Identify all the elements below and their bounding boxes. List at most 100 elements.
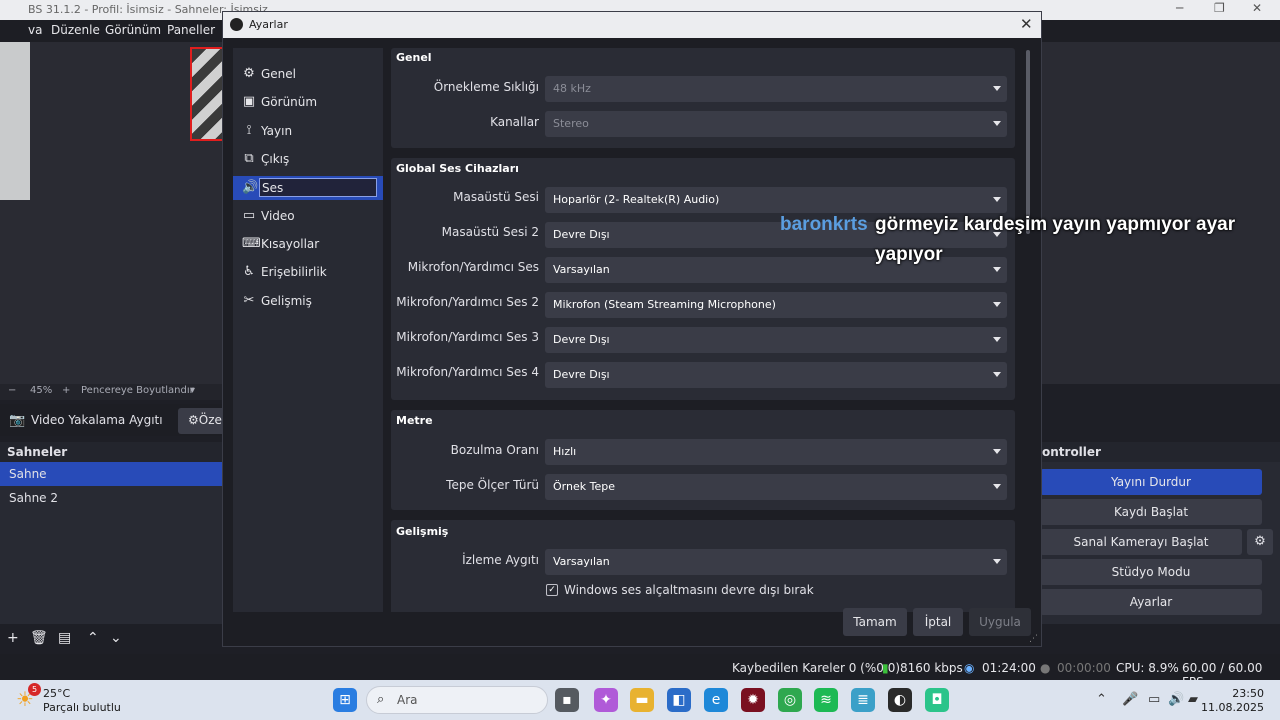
spotify-icon[interactable]: ≋ (814, 688, 838, 712)
microphone-icon[interactable]: 🎤 (1122, 692, 1138, 707)
tray-overflow-icon[interactable]: ⌃ (1096, 692, 1107, 707)
nav-item-advanced[interactable]: ✂ Gelişmiş (233, 289, 383, 313)
resize-grip-icon[interactable]: ⋰ (1029, 634, 1038, 644)
content-scrollbar[interactable] (1026, 50, 1030, 234)
checkbox-label: Windows ses alçaltmasını devre dışı bıra… (564, 583, 814, 597)
section-meters: Metre Bozulma Oranı Hızlı Tepe Ölçer Tür… (391, 410, 1015, 510)
sample-rate-select[interactable]: 48 kHz (545, 76, 1007, 102)
section-title: Gelişmiş (396, 525, 449, 538)
chevron-down-icon (993, 121, 1001, 126)
zoom-in-icon[interactable]: + (62, 385, 70, 396)
minimize-icon[interactable]: ─ (1176, 1, 1183, 15)
chevron-down-icon (993, 86, 1001, 91)
maximize-icon[interactable]: ❐ (1214, 1, 1225, 15)
file-explorer-icon[interactable]: ▬ (630, 688, 654, 712)
nav-item-audio[interactable]: 🔊 Ses (233, 176, 383, 200)
volume-icon[interactable]: 🔊 (1168, 692, 1184, 707)
close-icon[interactable]: ✕ (1252, 1, 1262, 15)
row-label: İzleme Aygıtı (462, 553, 539, 567)
trash-icon[interactable]: 🗑 (30, 630, 48, 646)
apply-button[interactable]: Uygula (969, 608, 1031, 636)
gear-icon: ⚙ (243, 66, 255, 81)
menu-docks[interactable]: Paneller (167, 23, 215, 37)
filter-icon[interactable]: ▤ (58, 630, 71, 646)
close-icon[interactable]: ✕ (1020, 15, 1033, 33)
zoom-level: 45% (30, 385, 53, 396)
monitoring-device-select[interactable]: Varsayılan (545, 549, 1007, 575)
properties-label: Öze (198, 413, 222, 427)
nav-item-appearance[interactable]: ▣ Görünüm (233, 90, 383, 114)
windows-taskbar: ☀ 5 25°C Parçalı bulutlu ⊞ ⌕ Ara ▪ ✦ ▬ ◧… (0, 680, 1280, 720)
bitrate: 8160 kbps (900, 661, 963, 675)
chevron-down-icon (993, 449, 1001, 454)
nav-item-label: Çıkış (261, 152, 290, 166)
add-scene-icon[interactable]: + (7, 630, 19, 646)
checkmark-icon[interactable]: ✓ (546, 584, 558, 596)
task-view-icon[interactable]: ▪ (555, 688, 579, 712)
obs-icon[interactable]: ◐ (888, 688, 912, 712)
select-value: Hoparlör (2- Realtek(R) Audio) (553, 193, 720, 206)
select-value: Örnek Tepe (553, 480, 615, 493)
scene-item[interactable]: Sahne (0, 462, 230, 486)
menu-edit[interactable]: Düzenle (51, 23, 100, 37)
row-label: Mikrofon/Yardımcı Ses 4 (396, 365, 539, 379)
section-title: Metre (396, 414, 433, 427)
menu-view[interactable]: Görünüm (105, 23, 161, 37)
decay-rate-select[interactable]: Hızlı (545, 439, 1007, 465)
nav-item-hotkeys[interactable]: ⌨ Kısayollar (233, 232, 383, 256)
stop-stream-button[interactable]: Yayını Durdur (1040, 469, 1262, 495)
network-icon[interactable]: ▭ (1148, 692, 1160, 707)
chrome-icon[interactable]: ◎ (778, 688, 802, 712)
record-time: 00:00:00 (1057, 661, 1111, 675)
taskbar-search[interactable]: ⌕ Ara (366, 686, 548, 714)
clock-time[interactable]: 23:50 (1228, 687, 1264, 700)
nav-item-video[interactable]: ▭ Video (233, 204, 383, 228)
menu-file[interactable]: va (28, 23, 42, 37)
select-value: Devre Dışı (553, 368, 610, 381)
stream-time: 01:24:00 (982, 661, 1036, 675)
properties-button[interactable]: ⚙Öze (178, 408, 228, 434)
ok-button[interactable]: Tamam (843, 608, 907, 636)
display-icon: ▭ (242, 208, 256, 223)
chevron-down-icon[interactable]: ▾ (190, 385, 195, 396)
nav-item-accessibility[interactable]: ♿ Erişebilirlik (233, 260, 383, 284)
mic-audio-2-select[interactable]: Mikrofon (Steam Streaming Microphone) (545, 292, 1007, 318)
section-general: Genel Örnekleme Sıklığı 48 kHz Kanallar … (391, 48, 1015, 148)
start-virtual-camera-button[interactable]: Sanal Kamerayı Başlat (1040, 529, 1242, 555)
nav-item-label: Ses (259, 178, 377, 197)
nav-item-stream[interactable]: ⟟ Yayın (233, 119, 383, 143)
battery-icon[interactable]: ▰ (1188, 692, 1198, 707)
mic-audio-3-select[interactable]: Devre Dışı (545, 327, 1007, 353)
notification-badge: 5 (28, 683, 41, 696)
studio-mode-button[interactable]: Stüdyo Modu (1040, 559, 1262, 585)
zoom-mode[interactable]: Pencereye Boyutlandır (81, 385, 194, 396)
app-icon[interactable]: ✹ (741, 688, 765, 712)
windows-start-icon[interactable]: ⊞ (333, 688, 357, 712)
move-down-icon[interactable]: ⌄ (110, 630, 122, 646)
channels-select[interactable]: Stereo (545, 111, 1007, 137)
scene-item[interactable]: Sahne 2 (0, 486, 230, 510)
nav-item-general[interactable]: ⚙ Genel (233, 62, 383, 86)
settings-button[interactable]: Ayarlar (1040, 589, 1262, 615)
virtual-camera-settings-button[interactable]: ⚙ (1247, 529, 1273, 555)
edge-icon[interactable]: e (704, 688, 728, 712)
mic-audio-4-select[interactable]: Devre Dışı (545, 362, 1007, 388)
source-label: Video Yakalama Aygıtı (31, 413, 163, 427)
app-icon[interactable]: ◘ (925, 688, 949, 712)
weather-temp: 25°C (43, 687, 71, 700)
cancel-button[interactable]: İptal (913, 608, 963, 636)
selected-source-frame[interactable] (190, 47, 224, 141)
copilot-icon[interactable]: ✦ (594, 688, 618, 712)
nav-item-output[interactable]: ⧉ Çıkış (233, 147, 383, 171)
store-icon[interactable]: ◧ (667, 688, 691, 712)
camera-icon: 📷 (9, 413, 26, 428)
peak-meter-type-select[interactable]: Örnek Tepe (545, 474, 1007, 500)
notepad-icon[interactable]: ≣ (851, 688, 875, 712)
accessibility-icon: ♿ (243, 264, 255, 279)
zoom-out-icon[interactable]: − (8, 385, 16, 396)
start-recording-button[interactable]: Kaydı Başlat (1040, 499, 1262, 525)
move-up-icon[interactable]: ⌃ (87, 630, 99, 646)
gear-icon: ⚙ (1254, 534, 1266, 549)
clock-date[interactable]: 11.08.2025 (1200, 701, 1264, 714)
zoom-bar: − 45% + Pencereye Boyutlandır ▾ (0, 384, 230, 400)
